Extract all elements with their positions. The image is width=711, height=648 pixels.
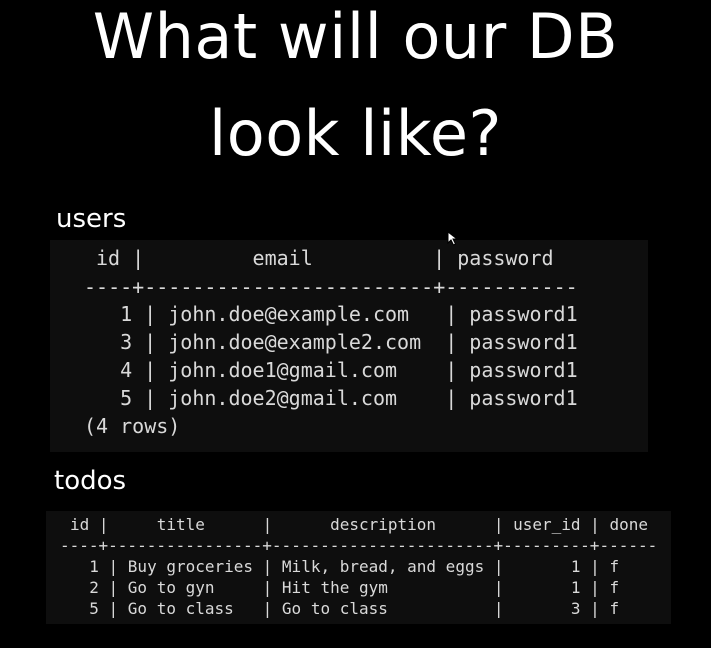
todos-section-label: todos <box>54 466 127 496</box>
users-row-count: (4 rows) <box>84 414 181 438</box>
users-table-row: 3 | john.doe@example2.com | password1 <box>96 330 578 354</box>
users-table-row: 5 | john.doe2@gmail.com | password1 <box>96 386 578 410</box>
users-section-label: users <box>56 204 127 234</box>
todos-table-header: id | title | description | user_id | don… <box>70 515 648 534</box>
mouse-pointer-icon <box>447 231 459 246</box>
users-table-header: id | email | password <box>96 246 554 270</box>
todos-terminal-output: id | title | description | user_id | don… <box>46 511 671 624</box>
todos-table-row: 5 | Go to class | Go to class | 3 | f <box>70 599 620 618</box>
slide-title-line-2: look like? <box>209 97 502 170</box>
users-terminal-output: id | email | password ----+-------------… <box>50 240 648 452</box>
todos-table-row: 2 | Go to gyn | Hit the gym | 1 | f <box>70 578 620 597</box>
todos-table-row: 1 | Buy groceries | Milk, bread, and egg… <box>70 557 620 576</box>
todos-table-separator: ----+----------------+------------------… <box>60 536 658 555</box>
users-table-row: 1 | john.doe@example.com | password1 <box>96 302 578 326</box>
users-table-separator: ----+------------------------+----------… <box>84 275 578 299</box>
users-table-row: 4 | john.doe1@gmail.com | password1 <box>96 358 578 382</box>
slide-title-line-1: What will our DB <box>92 0 619 73</box>
